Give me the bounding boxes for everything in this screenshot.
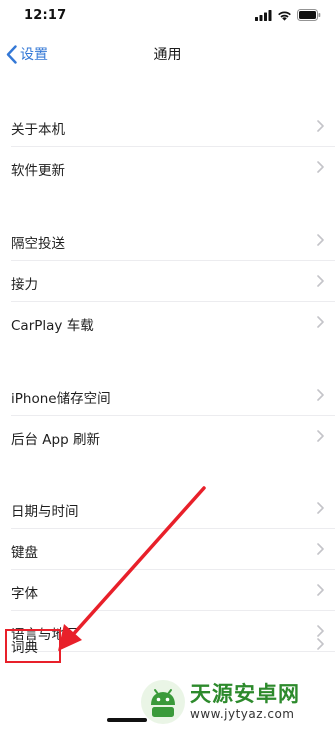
watermark-url: www.jytyaz.com <box>190 707 295 721</box>
annotation-arrow <box>58 486 206 651</box>
android-logo-icon <box>141 680 185 724</box>
watermark: 天源安卓网 www.jytyaz.com <box>140 678 300 726</box>
watermark-title: 天源安卓网 <box>190 682 300 706</box>
